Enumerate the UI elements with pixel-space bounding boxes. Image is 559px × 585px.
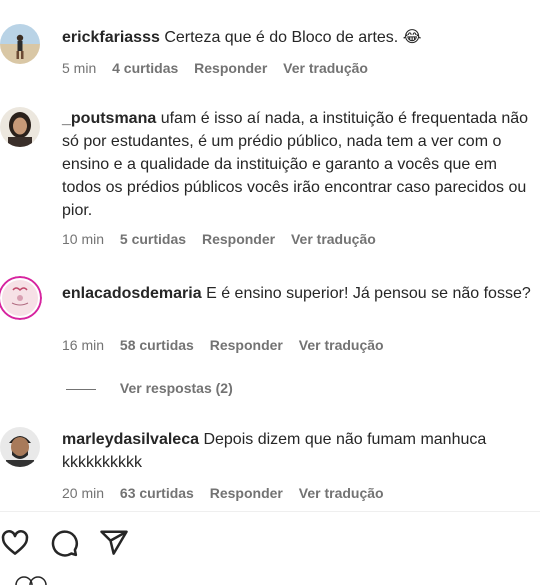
comment-username[interactable]: erickfariasss (62, 29, 160, 46)
avatar[interactable] (0, 427, 40, 467)
avatar[interactable] (0, 107, 40, 147)
comment-meta: 10 min 5 curtidas Responder Ver tradução (62, 231, 388, 247)
comment-username[interactable]: _poutsmana (62, 110, 156, 127)
translate-button[interactable]: Ver tradução (299, 485, 384, 501)
comment-text-block: enlacadosdemaria E é ensino superior! Já… (62, 282, 532, 305)
comment-text-block: marleydasilvaleca Depois dizem que não f… (62, 428, 532, 474)
avatar[interactable] (0, 24, 40, 64)
comment-meta: 16 min 58 curtidas Responder Ver traduçã… (62, 337, 396, 353)
comment-meta: 5 min 4 curtidas Responder Ver tradução (62, 60, 380, 76)
partial-avatars (15, 576, 47, 585)
comment-text-block: erickfariasss Certeza que é do Bloco de … (62, 26, 532, 49)
divider (66, 388, 96, 390)
comment-likes[interactable]: 4 curtidas (112, 60, 178, 76)
comment-likes[interactable]: 58 curtidas (120, 337, 194, 353)
comment-username[interactable]: enlacadosdemaria (62, 285, 202, 302)
view-replies-label: Ver respostas (2) (119, 380, 233, 396)
reply-button[interactable]: Responder (210, 485, 283, 501)
reply-button[interactable]: Responder (202, 231, 275, 247)
comment-time[interactable]: 10 min (62, 231, 104, 247)
comment-icon (51, 530, 78, 557)
laughing-emoji-icon: 😂 (402, 29, 422, 46)
comment-likes[interactable]: 5 curtidas (120, 231, 186, 247)
divider (0, 511, 540, 512)
comment-text-block: _poutsmana ufam é isso aí nada, a instit… (62, 107, 532, 222)
share-icon (100, 530, 128, 555)
reply-button[interactable]: Responder (194, 60, 267, 76)
comment-text: Certeza que é do Bloco de artes. (164, 29, 399, 46)
comment-meta: 20 min 63 curtidas Responder Ver traduçã… (62, 485, 396, 501)
reply-button[interactable]: Responder (210, 337, 283, 353)
translate-button[interactable]: Ver tradução (299, 337, 384, 353)
like-button[interactable] (0, 528, 30, 558)
comment-likes[interactable]: 63 curtidas (120, 485, 194, 501)
translate-button[interactable]: Ver tradução (291, 231, 376, 247)
comment-text: E é ensino superior! Já pensou se não fo… (206, 285, 531, 302)
comment-time[interactable]: 5 min (62, 60, 96, 76)
translate-button[interactable]: Ver tradução (283, 60, 368, 76)
share-button[interactable] (99, 528, 129, 558)
comment-username[interactable]: marleydasilvaleca (62, 431, 199, 448)
comment-time[interactable]: 20 min (62, 485, 104, 501)
view-replies-button[interactable]: Ver respostas (2) (66, 380, 233, 396)
comment-time[interactable]: 16 min (62, 337, 104, 353)
comment-button[interactable] (49, 528, 79, 558)
heart-icon (1, 530, 29, 555)
avatar[interactable] (0, 276, 42, 320)
scrollbar[interactable] (545, 0, 559, 580)
